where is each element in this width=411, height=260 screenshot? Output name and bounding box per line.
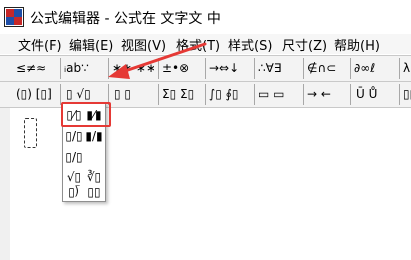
annotation-arrow [108,42,207,79]
